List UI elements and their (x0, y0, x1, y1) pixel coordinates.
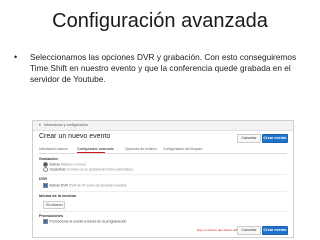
section-divider (39, 174, 287, 175)
tab-bar: Información básica Configuración avanzad… (39, 146, 287, 154)
chevron-down-icon: ▾ (61, 203, 63, 207)
section-divider (39, 191, 287, 192)
footer-create-event-button[interactable]: Crear evento (262, 226, 288, 235)
tab-advanced-settings[interactable]: Configuración avanzada (77, 147, 114, 151)
dvr-checkbox[interactable]: Activar DVR DVR de 4h como de duración m… (43, 183, 126, 188)
bullet-dot-icon: • (14, 52, 18, 62)
dvr-section-label: DVR (39, 177, 48, 181)
recording-section-label: Grabación (39, 157, 58, 161)
recording-off-radio[interactable]: Desactivar El vídeo no se grabará de for… (43, 167, 133, 172)
footer-cancel-button[interactable]: Cancelar (237, 226, 261, 235)
language-section-label: Idioma de la emisión (39, 194, 77, 198)
bullet-text: Seleccionamos las opciones DVR y grabaci… (30, 52, 297, 84)
breadcrumb-label[interactable]: Información y configuración (44, 121, 88, 130)
radio-unselected-icon[interactable] (43, 167, 48, 172)
checkbox-checked-icon[interactable] (43, 183, 48, 188)
youtube-event-screenshot: ▾ Información y configuración Crear un n… (32, 120, 294, 238)
promotions-checkbox[interactable]: Promocionar el evento a través de la pro… (43, 219, 126, 224)
tab-basic-info[interactable]: Información básica (39, 147, 67, 151)
promotions-section-label: Promociones (39, 214, 64, 218)
section-divider (39, 211, 287, 212)
event-title: Crear un nuevo evento (39, 133, 111, 140)
tab-broadcast-options[interactable]: Opciones de emisión (125, 147, 157, 151)
slide-title: Configuración avanzada (52, 10, 268, 32)
breadcrumb: ▾ Información y configuración (33, 121, 293, 131)
create-event-button[interactable]: Crear evento (262, 134, 288, 143)
tab-lock-settings[interactable]: Configuración del bloqueo (163, 147, 202, 151)
footer-warning: Hay un archivo que debes utilizar (197, 228, 242, 232)
language-select[interactable]: Sin idioma ▾ (43, 201, 65, 209)
active-tab-indicator (77, 152, 105, 153)
chevron-down-icon[interactable]: ▾ (39, 121, 41, 130)
checkbox-checked-icon[interactable] (43, 219, 48, 224)
cancel-button[interactable]: Cancelar (237, 134, 261, 143)
